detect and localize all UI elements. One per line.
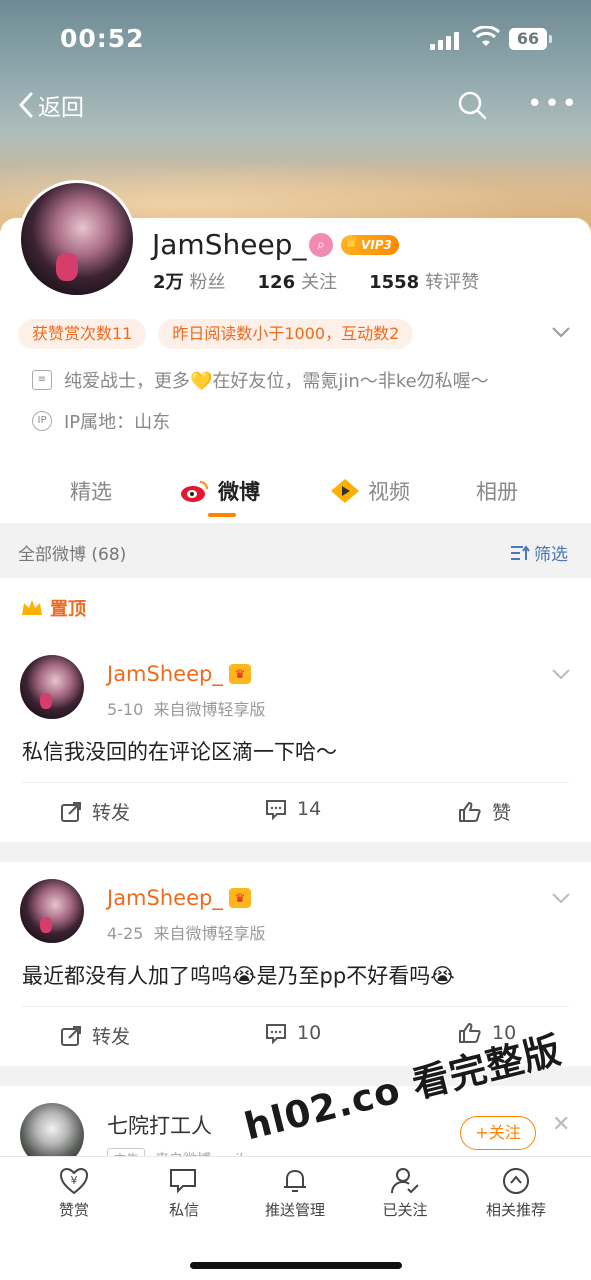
reward-count-tag[interactable]: 获赞赏次数11 bbox=[18, 319, 147, 349]
following-stat[interactable]: 126 关注 bbox=[258, 268, 338, 294]
comment-button[interactable]: 14 bbox=[265, 798, 321, 820]
chevron-left-icon bbox=[19, 92, 33, 118]
weibo-logo-icon bbox=[181, 480, 209, 502]
tab-video[interactable]: 视频 bbox=[330, 476, 410, 506]
wifi-icon bbox=[471, 25, 501, 50]
vip-crown-icon: ♛ bbox=[228, 888, 251, 908]
reward-icon: ¥ bbox=[59, 1167, 89, 1195]
bio-text: 纯爱战士，更多💛在好友位，需氪jin～非ke勿私喔～ bbox=[64, 371, 489, 392]
home-indicator bbox=[190, 1262, 402, 1269]
post-author[interactable]: JamSheep_ ♛ bbox=[107, 886, 251, 910]
like-button[interactable]: 赞 bbox=[458, 798, 511, 825]
status-time: 00:52 bbox=[60, 24, 145, 53]
message-button[interactable]: 私信 bbox=[139, 1167, 229, 1220]
divider bbox=[22, 1006, 569, 1007]
all-posts-count: 全部微博 (68) bbox=[18, 545, 127, 565]
crown-icon bbox=[22, 600, 42, 615]
comment-button[interactable]: 10 bbox=[265, 1022, 321, 1044]
thumbs-up-icon bbox=[459, 801, 481, 822]
reward-button[interactable]: ¥ 赞赏 bbox=[29, 1167, 119, 1220]
filter-bar: 全部微博 (68) 筛选 bbox=[0, 523, 591, 578]
bio-row: ≡ 纯爱战士，更多💛在好友位，需氪jin～非ke勿私喔～ bbox=[32, 367, 489, 393]
top-nav: 返回 ••• bbox=[0, 80, 591, 130]
post-text: 最近都没有人加了呜呜😭是乃至pp不好看吗😭 bbox=[22, 964, 455, 988]
bell-icon bbox=[284, 1169, 306, 1192]
repost-button[interactable]: 转发 bbox=[60, 798, 130, 825]
back-label: 返回 bbox=[38, 95, 84, 121]
tab-weibo[interactable]: 微博 bbox=[180, 476, 260, 506]
followers-stat[interactable]: 2万 粉丝 bbox=[153, 268, 226, 294]
pinned-header: 置顶 bbox=[0, 578, 591, 638]
profile-stats: 2万 粉丝 126 关注 1558 转评赞 bbox=[153, 268, 511, 294]
profile-tags: 获赞赏次数11 昨日阅读数小于1000，互动数2 bbox=[18, 319, 425, 349]
recommend-button[interactable]: 相关推荐 bbox=[471, 1167, 561, 1220]
profile-username: JamSheep_ bbox=[152, 228, 307, 261]
cellular-signal-icon bbox=[430, 30, 462, 50]
expand-chevron-icon[interactable] bbox=[551, 324, 571, 343]
search-badge-icon[interactable]: ⌕ bbox=[309, 233, 333, 257]
engagement-stat[interactable]: 1558 转评赞 bbox=[369, 268, 479, 294]
followed-button[interactable]: 已关注 bbox=[360, 1167, 450, 1220]
chevron-down-icon[interactable] bbox=[551, 890, 571, 909]
profile-avatar[interactable] bbox=[18, 180, 136, 298]
pinned-label: 置顶 bbox=[20, 595, 86, 621]
back-button[interactable]: 返回 bbox=[18, 88, 84, 122]
post-author[interactable]: JamSheep_ ♛ bbox=[107, 662, 251, 686]
repost-icon bbox=[61, 1025, 81, 1046]
comment-icon bbox=[266, 1024, 286, 1044]
document-icon: ≡ bbox=[32, 370, 52, 390]
post-avatar[interactable] bbox=[20, 879, 84, 943]
post-meta: 5-10 来自微博轻享版 bbox=[107, 700, 266, 719]
status-bar: 00:52 66 bbox=[0, 0, 591, 80]
ip-location: IP属地：山东 bbox=[64, 412, 171, 433]
post-avatar[interactable] bbox=[20, 655, 84, 719]
reading-count-tag[interactable]: 昨日阅读数小于1000，互动数2 bbox=[158, 319, 414, 349]
battery-indicator: 66 bbox=[509, 28, 552, 50]
followed-user-icon bbox=[391, 1168, 419, 1194]
follow-button[interactable]: +关注 bbox=[460, 1116, 536, 1150]
post-card[interactable]: JamSheep_ ♛ 5-10 来自微博轻享版 私信我没回的在评论区滴一下哈～ … bbox=[0, 638, 591, 842]
vip-badge[interactable]: VIP3 bbox=[341, 232, 399, 255]
compass-icon bbox=[503, 1168, 529, 1194]
search-icon[interactable] bbox=[457, 90, 487, 124]
comment-icon bbox=[266, 800, 286, 820]
repost-button[interactable]: 转发 bbox=[60, 1022, 130, 1049]
post-text: 私信我没回的在评论区滴一下哈～ bbox=[22, 740, 337, 764]
tab-album[interactable]: 相册 bbox=[476, 476, 518, 506]
svg-text:¥: ¥ bbox=[71, 1174, 78, 1187]
filter-button[interactable]: 筛选 bbox=[510, 540, 568, 565]
tab-featured[interactable]: 精选 bbox=[70, 476, 112, 506]
ip-icon: IP bbox=[32, 411, 52, 431]
post-meta: 4-25 来自微博轻享版 bbox=[107, 924, 266, 943]
video-icon bbox=[331, 479, 359, 503]
close-icon[interactable]: ✕ bbox=[552, 1112, 570, 1137]
post-actions: 转发 14 赞 bbox=[0, 788, 591, 838]
ad-author[interactable]: 七院打工人 bbox=[107, 1110, 212, 1140]
message-icon bbox=[170, 1169, 196, 1194]
divider bbox=[22, 782, 569, 783]
repost-icon bbox=[61, 801, 81, 822]
active-tab-indicator bbox=[208, 513, 236, 517]
vip-crown-icon: ♛ bbox=[228, 664, 251, 684]
profile-tabs: 精选 微博 视频 相册 bbox=[0, 468, 591, 523]
chevron-down-icon[interactable] bbox=[551, 666, 571, 685]
filter-icon bbox=[511, 544, 530, 560]
push-settings-button[interactable]: 推送管理 bbox=[250, 1167, 340, 1220]
more-options-icon[interactable]: ••• bbox=[527, 91, 579, 117]
ip-row: IP IP属地：山东 bbox=[32, 408, 170, 434]
